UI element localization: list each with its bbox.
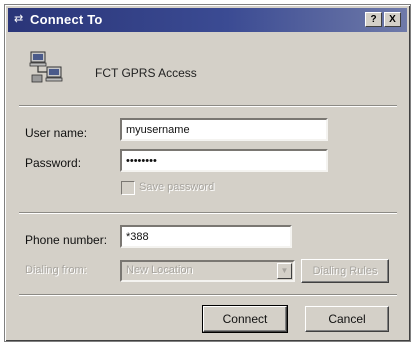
- divider-middle: [19, 212, 397, 214]
- user-name-field[interactable]: myusername: [120, 118, 328, 141]
- dialing-from-label: Dialing from:: [25, 264, 87, 276]
- network-icon: ⇄: [14, 13, 24, 25]
- chevron-down-icon[interactable]: ▼: [277, 263, 292, 279]
- dialup-computers-icon: [29, 51, 63, 83]
- user-name-label: User name:: [25, 126, 88, 140]
- phone-number-label: Phone number:: [25, 233, 108, 247]
- save-password-checkbox[interactable]: [121, 181, 135, 195]
- dialing-from-select[interactable]: New Location ▼: [120, 260, 295, 282]
- phone-number-field[interactable]: *388: [120, 225, 292, 248]
- dialing-rules-button[interactable]: Dialing Rules: [301, 259, 389, 283]
- connect-to-dialog: ⇄ Connect To ? X FCT GPRS Access User na…: [4, 4, 411, 342]
- dialing-from-value: New Location: [126, 264, 193, 276]
- password-field[interactable]: ••••••••: [120, 149, 328, 172]
- title-bar[interactable]: ⇄ Connect To ? X: [8, 8, 407, 32]
- connection-name: FCT GPRS Access: [95, 66, 197, 80]
- cancel-button[interactable]: Cancel: [305, 306, 389, 332]
- connect-button[interactable]: Connect: [202, 305, 288, 333]
- divider-bottom: [19, 294, 397, 296]
- close-button[interactable]: X: [384, 12, 401, 27]
- password-label: Password:: [25, 156, 82, 170]
- dialog-title: Connect To: [30, 12, 103, 27]
- save-password-label: Save password: [139, 181, 215, 193]
- help-button[interactable]: ?: [365, 12, 382, 27]
- divider-top: [19, 105, 397, 107]
